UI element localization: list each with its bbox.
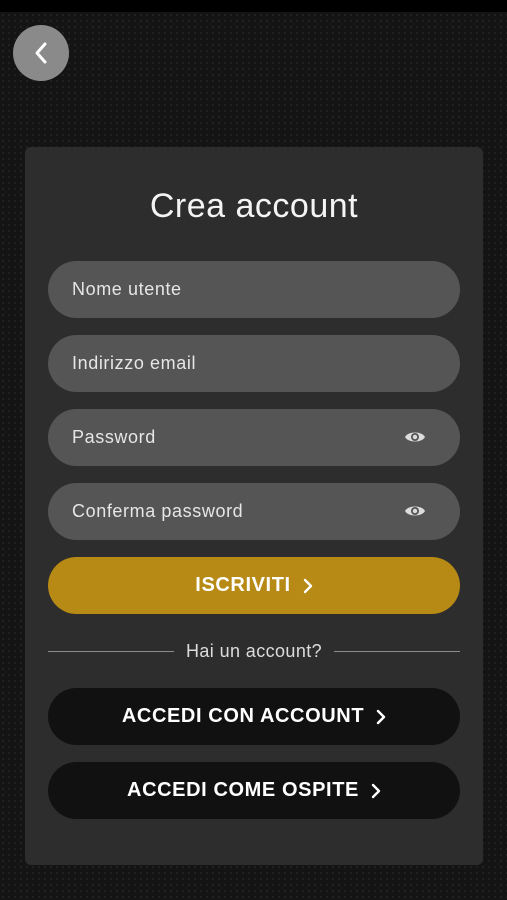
chevron-left-icon xyxy=(35,42,47,64)
guest-button-label: ACCEDI COME OSPITE xyxy=(127,779,359,801)
username-placeholder: Nome utente xyxy=(72,279,182,299)
page-title: Crea account xyxy=(149,187,359,225)
chevron-right-icon xyxy=(376,709,386,724)
back-button[interactable] xyxy=(13,25,69,81)
email-placeholder: Indirizzo email xyxy=(72,353,197,373)
confirm-password-field[interactable]: Conferma password xyxy=(48,483,460,540)
signup-button-label: ISCRIVITI xyxy=(195,574,291,596)
login-with-account-button[interactable]: ACCEDI CON ACCOUNT xyxy=(48,688,460,745)
signup-button[interactable]: ISCRIVITI xyxy=(48,557,460,614)
signup-card: Crea account Nome utente Indirizzo email… xyxy=(25,147,483,865)
chevron-right-icon xyxy=(303,578,312,593)
divider-text: Hai un account? xyxy=(185,640,323,661)
email-field[interactable]: Indirizzo email xyxy=(48,335,460,392)
chevron-right-icon xyxy=(371,783,381,798)
login-button-label: ACCEDI CON ACCOUNT xyxy=(121,705,365,727)
account-divider: Hai un account? xyxy=(48,639,460,663)
eye-icon[interactable] xyxy=(404,502,426,520)
confirm-password-placeholder: Conferma password xyxy=(72,501,244,521)
guest-login-button[interactable]: ACCEDI COME OSPITE xyxy=(48,762,460,819)
eye-icon[interactable] xyxy=(404,428,426,446)
status-bar xyxy=(0,0,507,12)
username-field[interactable]: Nome utente xyxy=(48,261,460,318)
divider-line-right xyxy=(334,650,460,652)
password-field[interactable]: Password xyxy=(48,409,460,466)
divider-line-left xyxy=(48,650,174,652)
password-placeholder: Password xyxy=(72,427,156,447)
